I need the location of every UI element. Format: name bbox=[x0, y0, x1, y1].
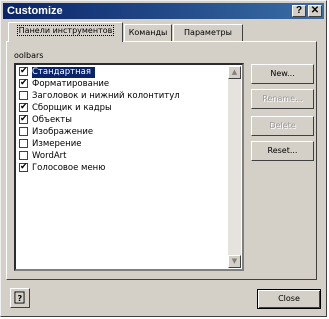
list-item-label: Форматирование bbox=[32, 79, 110, 89]
list-item-label: WordArt bbox=[32, 151, 67, 161]
list-item[interactable]: ✔ Голосовое меню bbox=[18, 163, 229, 174]
toolbar-checkbox[interactable] bbox=[19, 127, 28, 136]
list-item[interactable]: Изображение bbox=[18, 127, 229, 138]
window-title: Customize bbox=[7, 5, 63, 17]
help-caption-button[interactable]: ? bbox=[292, 5, 306, 17]
toolbar-checkbox[interactable]: ✔ bbox=[19, 103, 28, 112]
list-item[interactable]: ✔ Объекты bbox=[18, 115, 229, 126]
scroll-up-icon[interactable]: ▲ bbox=[228, 66, 241, 79]
svg-text:?: ? bbox=[18, 294, 23, 303]
delete-toolbar-button[interactable]: Delete bbox=[251, 116, 314, 136]
tab-toolbars-label: Панели инструментов bbox=[16, 25, 115, 36]
rename-toolbar-button[interactable]: Rename... bbox=[251, 89, 314, 109]
toolbar-checkbox[interactable] bbox=[19, 139, 28, 148]
close-caption-button[interactable]: ✕ bbox=[308, 5, 322, 17]
toolbar-checkbox[interactable] bbox=[19, 91, 28, 100]
close-button[interactable]: Close bbox=[257, 289, 321, 309]
list-item-label: Объекты bbox=[32, 115, 72, 125]
help-book-icon: ? bbox=[14, 291, 25, 304]
help-button[interactable]: ? bbox=[10, 288, 30, 308]
list-item-label: Изображение bbox=[32, 127, 94, 137]
title-bar[interactable]: Customize ? ✕ bbox=[3, 3, 324, 19]
toolbars-listbox[interactable]: ✔ Стандартная ✔ Форматирование Заголовок и н… bbox=[14, 63, 244, 271]
toolbars-list-label: oolbars bbox=[14, 51, 44, 60]
list-item-label: Сборщик и кадры bbox=[32, 103, 112, 113]
toolbar-checkbox[interactable] bbox=[19, 151, 28, 160]
list-item[interactable]: ✔ Сборщик и кадры bbox=[18, 103, 229, 114]
tab-toolbars[interactable]: Панели инструментов bbox=[8, 22, 123, 42]
listbox-scrollbar[interactable]: ▲ ▼ bbox=[228, 66, 241, 268]
toolbar-checkbox[interactable]: ✔ bbox=[19, 79, 28, 88]
list-item-label: Заголовок и нижний колонтитул bbox=[32, 91, 180, 101]
list-item-label: Измерение bbox=[32, 139, 82, 149]
reset-toolbar-button[interactable]: Reset... bbox=[251, 141, 314, 161]
list-item[interactable]: Измерение bbox=[18, 139, 229, 150]
list-item[interactable]: ✔ Форматирование bbox=[18, 79, 229, 90]
toolbar-checkbox[interactable]: ✔ bbox=[19, 115, 28, 124]
tab-commands[interactable]: Команды bbox=[124, 24, 172, 41]
scroll-down-icon[interactable]: ▼ bbox=[228, 255, 241, 268]
new-toolbar-button[interactable]: New... bbox=[251, 64, 314, 84]
list-item-label: Стандартная bbox=[32, 67, 95, 78]
list-item-label: Голосовое меню bbox=[32, 163, 106, 173]
toolbar-checkbox[interactable]: ✔ bbox=[19, 67, 28, 76]
toolbar-checkbox[interactable]: ✔ bbox=[19, 163, 28, 172]
list-item[interactable]: ✔ Стандартная bbox=[18, 67, 229, 78]
list-item[interactable]: Заголовок и нижний колонтитул bbox=[18, 91, 229, 102]
tab-options[interactable]: Параметры bbox=[173, 24, 243, 41]
list-item[interactable]: WordArt bbox=[18, 151, 229, 162]
